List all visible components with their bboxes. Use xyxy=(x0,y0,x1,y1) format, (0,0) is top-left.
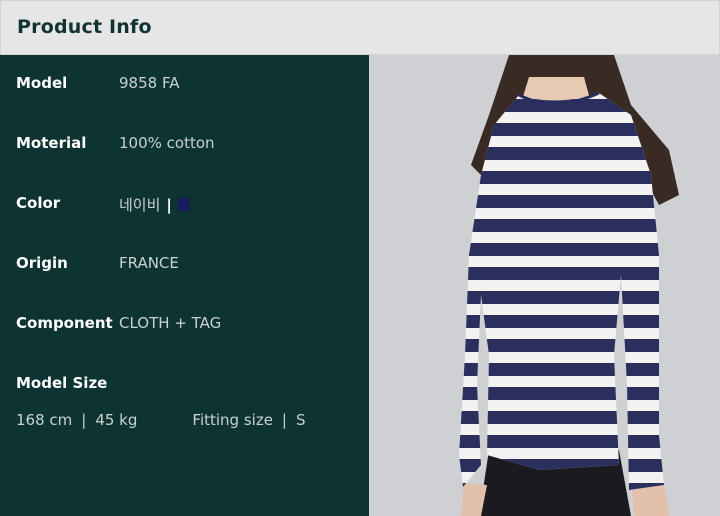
shirt-stripe xyxy=(459,291,664,304)
fitting-size-label: Fitting size xyxy=(192,411,273,429)
spec-label: Moterial xyxy=(16,134,87,152)
shirt-stripe xyxy=(459,315,664,328)
shirt-stripe xyxy=(459,363,664,376)
color-value: 네이비 | xyxy=(119,194,189,215)
product-info-panel: Model 9858 FA Moterial 100% cotton Color… xyxy=(0,55,369,516)
product-photo xyxy=(369,55,720,516)
model-size-details: 168 cm | 45 kg Fitting size | S xyxy=(16,411,306,429)
color-name: 네이비 xyxy=(119,196,161,214)
shirt-stripe xyxy=(459,387,664,400)
color-separator: | xyxy=(166,196,172,214)
spec-label: Origin xyxy=(16,254,68,272)
shirt-stripe xyxy=(459,339,664,352)
size-separator: | xyxy=(81,411,87,429)
spec-value: CLOTH + TAG xyxy=(119,314,222,332)
spec-label: Model xyxy=(16,74,68,92)
spec-value: 9858 FA xyxy=(119,74,180,92)
model-photo-illustration xyxy=(369,55,720,516)
spec-value: 100% cotton xyxy=(119,134,215,152)
color-swatch xyxy=(177,198,189,211)
model-height: 168 cm xyxy=(16,411,73,429)
shirt-stripe xyxy=(459,435,664,448)
model-size-label: Model Size xyxy=(16,374,108,392)
spec-value: FRANCE xyxy=(119,254,179,272)
fitting-separator: | xyxy=(281,411,287,429)
spec-label: Color xyxy=(16,194,61,212)
page-title: Product Info xyxy=(17,16,152,38)
model-weight: 45 kg xyxy=(95,411,138,429)
header-bar: Product Info xyxy=(0,0,720,55)
spec-label: Component xyxy=(16,314,113,332)
shirt-stripe xyxy=(459,411,664,424)
fitting-size-value: S xyxy=(295,411,306,429)
